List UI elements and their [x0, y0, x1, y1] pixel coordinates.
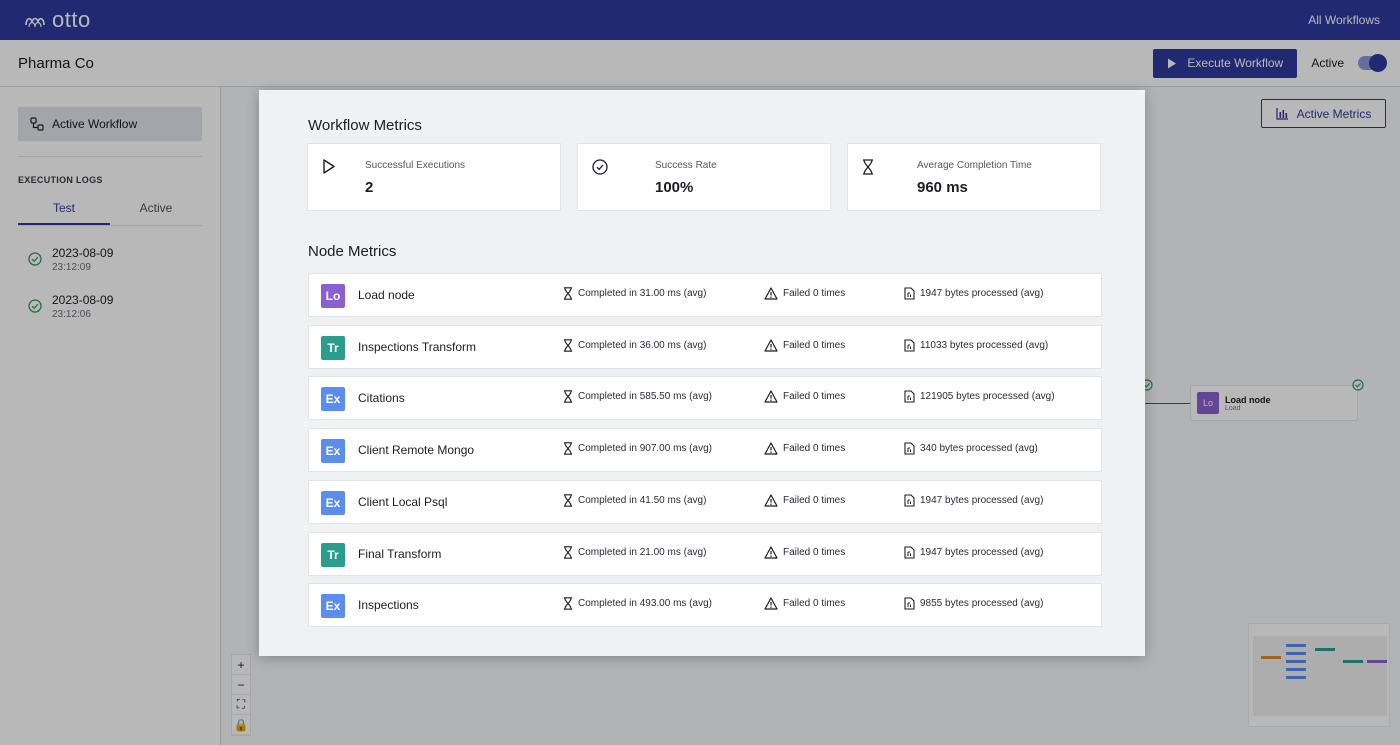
file-data-icon — [904, 545, 915, 559]
file-data-icon — [904, 442, 915, 455]
kpi-value: 960 ms — [917, 179, 968, 196]
bytes-text: 1947 bytes processed (avg) — [920, 494, 1044, 506]
bytes-metric: 1947 bytes processed (avg) — [904, 494, 1043, 507]
node-name: Final Transform — [358, 546, 442, 561]
kpi-value: 100% — [655, 179, 694, 196]
completion-metric: Completed in 493.00 ms (avg) — [563, 597, 712, 610]
kpi-value: 2 — [365, 179, 374, 196]
bytes-metric: 9855 bytes processed (avg) — [904, 597, 1043, 610]
completion-metric: Completed in 585.50 ms (avg) — [563, 390, 712, 404]
check-circle-icon — [592, 159, 608, 175]
failure-text: Failed 0 times — [783, 494, 846, 506]
hourglass-icon — [563, 390, 573, 404]
completion-text: Completed in 31.00 ms (avg) — [578, 288, 707, 299]
file-data-icon — [904, 390, 915, 403]
bytes-text: 121905 bytes processed (avg) — [920, 391, 1055, 403]
workflow-metrics-modal: Workflow Metrics Successful Executions 2… — [259, 90, 1145, 656]
failure-text: Failed 0 times — [783, 288, 846, 299]
node-metric-row: Ex Client Local Psql Completed in 41.50 … — [308, 479, 1102, 524]
completion-text: Completed in 493.00 ms (avg) — [578, 598, 712, 610]
file-data-icon — [904, 287, 915, 300]
completion-metric: Completed in 41.50 ms (avg) — [563, 494, 706, 507]
hourglass-icon — [563, 287, 573, 300]
file-data-icon — [904, 597, 915, 610]
completion-metric: Completed in 907.00 ms (avg) — [563, 442, 712, 455]
bytes-metric: 1947 bytes processed (avg) — [904, 545, 1044, 559]
node-badge: Tr — [321, 335, 345, 360]
completion-text: Completed in 907.00 ms (avg) — [578, 443, 712, 455]
node-metric-row: Ex Citations Completed in 585.50 ms (avg… — [308, 376, 1102, 421]
completion-metric: Completed in 36.00 ms (avg) — [563, 338, 707, 352]
node-name: Citations — [358, 391, 405, 406]
failure-text: Failed 0 times — [783, 443, 846, 455]
kpi-average-completion-time: Average Completion Time 960 ms — [847, 143, 1101, 211]
warning-triangle-icon — [764, 494, 778, 507]
warning-triangle-icon — [764, 442, 778, 455]
hourglass-icon — [563, 545, 573, 559]
warning-triangle-icon — [764, 390, 778, 403]
failure-metric: Failed 0 times — [764, 545, 846, 559]
failure-metric: Failed 0 times — [764, 597, 845, 610]
file-data-icon — [904, 494, 915, 507]
bytes-text: 1947 bytes processed (avg) — [920, 288, 1044, 299]
completion-text: Completed in 21.00 ms (avg) — [578, 546, 707, 558]
completion-text: Completed in 36.00 ms (avg) — [578, 339, 707, 351]
failure-metric: Failed 0 times — [764, 390, 845, 403]
hourglass-icon — [563, 338, 573, 352]
play-icon — [323, 159, 335, 174]
node-metric-row: Tr Inspections Transform Completed in 36… — [308, 324, 1102, 369]
node-metric-row: Lo Load node Completed in 31.00 ms (avg)… — [308, 273, 1102, 317]
completion-metric: Completed in 31.00 ms (avg) — [563, 287, 706, 300]
node-metric-row: Ex Client Remote Mongo Completed in 907.… — [308, 428, 1102, 473]
bytes-text: 11033 bytes processed (avg) — [920, 339, 1049, 351]
failure-metric: Failed 0 times — [764, 442, 845, 455]
node-name: Inspections Transform — [358, 339, 477, 354]
node-name: Client Remote Mongo — [358, 443, 475, 458]
bytes-metric: 1947 bytes processed (avg) — [904, 287, 1043, 300]
node-badge: Tr — [321, 542, 345, 567]
bytes-text: 340 bytes processed (avg) — [920, 443, 1038, 455]
failure-metric: Failed 0 times — [764, 494, 845, 507]
bytes-metric: 340 bytes processed (avg) — [904, 442, 1038, 455]
node-badge: Ex — [321, 490, 345, 515]
node-badge: Ex — [321, 387, 345, 412]
node-metric-row: Ex Inspections Completed in 493.00 ms (a… — [308, 583, 1102, 628]
completion-text: Completed in 41.50 ms (avg) — [578, 494, 707, 506]
kpi-success-rate: Success Rate 100% — [577, 143, 831, 211]
hourglass-icon — [563, 597, 573, 610]
failure-text: Failed 0 times — [783, 598, 846, 610]
completion-text: Completed in 585.50 ms (avg) — [578, 391, 712, 403]
kpi-label: Successful Executions — [365, 160, 466, 171]
warning-triangle-icon — [764, 287, 778, 300]
node-metrics-title: Node Metrics — [308, 243, 397, 260]
node-badge: Ex — [321, 594, 345, 619]
warning-triangle-icon — [764, 597, 778, 610]
completion-metric: Completed in 21.00 ms (avg) — [563, 545, 707, 559]
hourglass-icon — [563, 494, 573, 507]
warning-triangle-icon — [764, 545, 778, 559]
failure-text: Failed 0 times — [783, 391, 846, 403]
failure-metric: Failed 0 times — [764, 287, 845, 300]
node-name: Load node — [358, 288, 415, 302]
warning-triangle-icon — [764, 339, 778, 352]
node-name: Inspections — [358, 598, 419, 613]
bytes-text: 9855 bytes processed (avg) — [920, 598, 1044, 610]
bytes-metric: 121905 bytes processed (avg) — [904, 390, 1055, 403]
hourglass-icon — [563, 442, 573, 455]
kpi-label: Success Rate — [655, 160, 717, 171]
failure-metric: Failed 0 times — [764, 339, 845, 352]
modal-title: Workflow Metrics — [308, 117, 422, 134]
file-data-icon — [904, 339, 915, 352]
bytes-metric: 11033 bytes processed (avg) — [904, 339, 1048, 352]
node-badge: Lo — [321, 284, 345, 308]
bytes-text: 1947 bytes processed (avg) — [920, 546, 1044, 558]
kpi-successful-executions: Successful Executions 2 — [307, 143, 561, 211]
node-badge: Ex — [321, 439, 345, 464]
node-metric-row: Tr Final Transform Completed in 21.00 ms… — [308, 531, 1102, 576]
failure-text: Failed 0 times — [783, 546, 846, 558]
hourglass-icon — [863, 159, 873, 175]
node-name: Client Local Psql — [358, 494, 448, 509]
kpi-label: Average Completion Time — [917, 160, 1032, 171]
failure-text: Failed 0 times — [783, 339, 846, 351]
